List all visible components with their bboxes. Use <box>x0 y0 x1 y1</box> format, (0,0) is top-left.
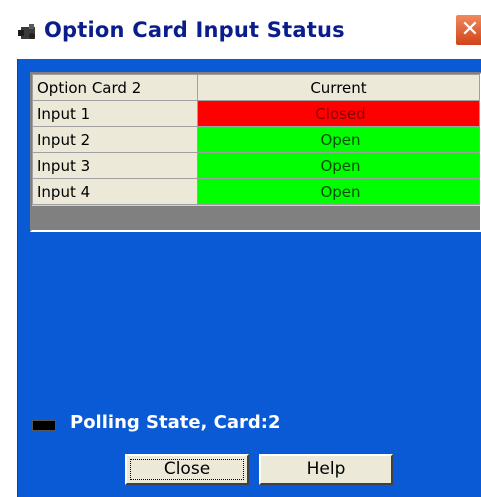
input-status-grid: Option Card 2 Current Input 1 Closed Input… <box>30 72 481 232</box>
window-title: Option Card Input Status <box>44 18 345 42</box>
input-state-cell: Closed <box>197 100 480 127</box>
close-button-label: Close <box>163 459 211 479</box>
polling-indicator-icon <box>32 420 56 431</box>
column-header-card[interactable]: Option Card 2 <box>32 74 198 101</box>
polling-state-label: Polling State, Card:2 <box>70 412 281 433</box>
input-state-cell: Open <box>197 152 480 179</box>
client-area: Option Card 2 Current Input 1 Closed Input… <box>17 59 481 497</box>
title-bar[interactable]: Option Card Input Status ✕ <box>0 0 481 62</box>
status-table: Option Card 2 Current Input 1 Closed Input… <box>32 74 480 205</box>
help-button[interactable]: Help <box>259 454 393 485</box>
input-name-cell: Input 1 <box>32 100 198 127</box>
input-state-cell: Open <box>197 178 480 205</box>
app-icon <box>16 24 38 42</box>
input-name-cell: Input 3 <box>32 152 198 179</box>
option-card-input-status-window: Option Card Input Status ✕ Option Card 2… <box>0 0 481 497</box>
close-window-icon[interactable]: ✕ <box>455 14 481 46</box>
grid-empty-area <box>32 206 480 230</box>
help-button-label: Help <box>306 459 346 479</box>
table-row[interactable]: Input 2 Open <box>32 126 480 153</box>
table-row[interactable]: Input 3 Open <box>32 152 480 179</box>
table-header-row: Option Card 2 Current <box>32 74 480 101</box>
input-name-cell: Input 4 <box>32 178 198 205</box>
input-state-cell: Open <box>197 126 480 153</box>
table-row[interactable]: Input 4 Open <box>32 178 480 205</box>
table-row[interactable]: Input 1 Closed <box>32 100 480 127</box>
column-header-current[interactable]: Current <box>197 74 480 101</box>
input-name-cell: Input 2 <box>32 126 198 153</box>
close-button[interactable]: Close <box>125 454 249 485</box>
